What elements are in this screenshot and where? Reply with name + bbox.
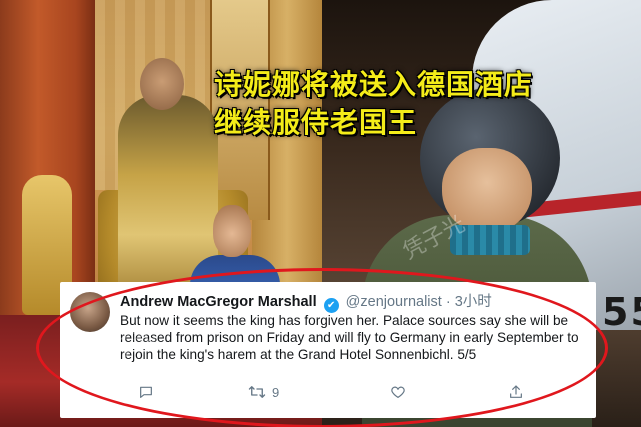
heart-icon (391, 386, 405, 398)
retweet-count: 9 (272, 384, 280, 400)
reply-icon (140, 386, 152, 398)
headline: 诗妮娜将被送入德国酒店 继续服侍老国王 (214, 66, 634, 142)
headline-line-2: 继续服侍老国王 (214, 106, 418, 139)
avatar[interactable] (70, 292, 110, 332)
consort-head (213, 205, 251, 257)
headline-line-1: 诗妮娜将被送入德国酒店 (214, 68, 534, 101)
king-head (140, 58, 184, 110)
retweet-icon (248, 386, 266, 398)
verified-icon: ✔ (323, 298, 339, 313)
retweet-button[interactable]: 9 (248, 384, 279, 400)
reply-button[interactable] (138, 384, 154, 400)
share-icon (510, 385, 522, 398)
author-handle[interactable]: @zenjournalist (346, 294, 442, 310)
pilot-face (442, 148, 532, 234)
necklace (450, 225, 530, 255)
separator: · (445, 294, 451, 310)
share-button[interactable] (508, 384, 524, 400)
aircraft-number: 55 (602, 290, 641, 334)
tweet-text: But now it seems the king has forgiven h… (120, 313, 579, 362)
tweet-time[interactable]: 3小时 (455, 294, 492, 310)
tweet-header: Andrew MacGregor Marshall ✔ @zenjournali… (120, 290, 492, 313)
tweet-card: Andrew MacGregor Marshall ✔ @zenjournali… (60, 282, 596, 418)
like-button[interactable] (390, 384, 406, 400)
tweet-actions: 9 (138, 384, 578, 404)
author-name[interactable]: Andrew MacGregor Marshall (120, 294, 317, 310)
